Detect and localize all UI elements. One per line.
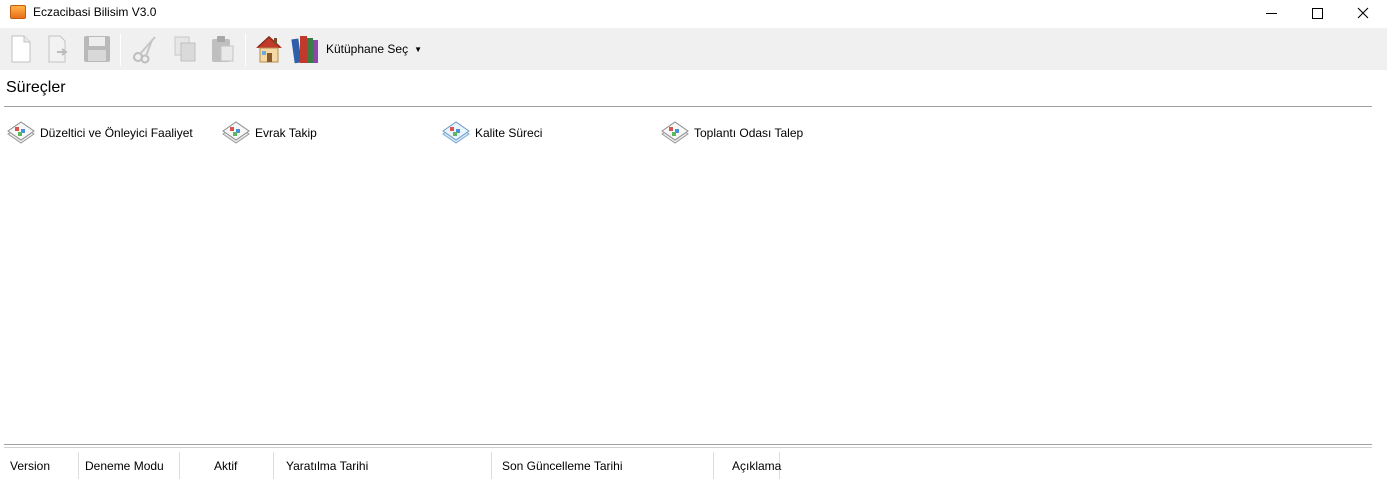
new-document-icon	[11, 35, 31, 63]
save-button[interactable]	[80, 32, 114, 66]
column-header-version[interactable]: Version	[4, 452, 79, 479]
toolbar-separator	[245, 34, 246, 66]
column-header-deneme-modu[interactable]: Deneme Modu	[79, 452, 180, 479]
grid-header: Version Deneme Modu Aktif Yaratılma Tari…	[4, 452, 1372, 479]
library-select-button[interactable]: Kütüphane Seç ▼	[291, 32, 422, 66]
cut-button[interactable]	[128, 32, 162, 66]
process-item-duzeltici[interactable]: Düzeltici ve Önleyici Faaliyet	[6, 118, 193, 148]
grid-divider	[4, 444, 1372, 445]
copy-button[interactable]	[168, 32, 202, 66]
library-select-label: Kütüphane Seç	[326, 42, 409, 56]
minimize-button[interactable]	[1248, 0, 1294, 26]
open-button[interactable]	[40, 32, 74, 66]
process-label: Evrak Takip	[255, 126, 317, 140]
column-header-yaratilma-tarihi[interactable]: Yaratılma Tarihi	[274, 452, 492, 479]
process-label: Toplantı Odası Talep	[694, 126, 804, 140]
home-icon	[256, 35, 282, 63]
toolbar: Kütüphane Seç ▼	[0, 28, 1387, 70]
workflow-icon	[442, 121, 470, 144]
save-disk-icon	[84, 36, 110, 62]
copy-icon	[174, 36, 196, 62]
paste-button[interactable]	[206, 32, 240, 66]
window-title: Eczacibasi Bilisim V3.0	[33, 5, 157, 19]
minimize-icon	[1265, 12, 1277, 14]
column-header-son-guncelleme[interactable]: Son Güncelleme Tarihi	[492, 452, 714, 479]
scissors-icon	[133, 36, 156, 64]
workflow-icon	[222, 121, 250, 144]
title-bar: Eczacibasi Bilisim V3.0	[0, 0, 1387, 26]
workflow-icon	[7, 121, 35, 144]
open-document-icon	[48, 35, 68, 63]
app-icon	[10, 5, 26, 19]
toolbar-separator	[120, 34, 121, 66]
close-icon	[1357, 7, 1369, 19]
home-button[interactable]	[252, 32, 286, 66]
books-icon	[291, 36, 318, 64]
process-label: Kalite Süreci	[475, 126, 543, 140]
section-title: Süreçler	[6, 79, 66, 96]
chevron-down-icon: ▼	[414, 44, 422, 54]
process-label: Düzeltici ve Önleyici Faaliyet	[40, 126, 193, 140]
maximize-icon	[1311, 7, 1323, 19]
new-button[interactable]	[4, 32, 38, 66]
process-item-toplanti-odasi[interactable]: Toplantı Odası Talep	[660, 118, 803, 148]
workflow-icon	[661, 121, 689, 144]
paste-clipboard-icon	[212, 36, 234, 62]
close-button[interactable]	[1340, 0, 1386, 26]
grid-divider	[4, 447, 1372, 448]
process-item-kalite-sureci[interactable]: Kalite Süreci	[441, 118, 542, 148]
maximize-button[interactable]	[1294, 0, 1340, 26]
process-item-evrak-takip[interactable]: Evrak Takip	[221, 118, 317, 148]
section-divider	[4, 106, 1372, 107]
column-header-aktif[interactable]: Aktif	[180, 452, 274, 479]
column-header-aciklama[interactable]: Açıklama	[714, 452, 781, 479]
